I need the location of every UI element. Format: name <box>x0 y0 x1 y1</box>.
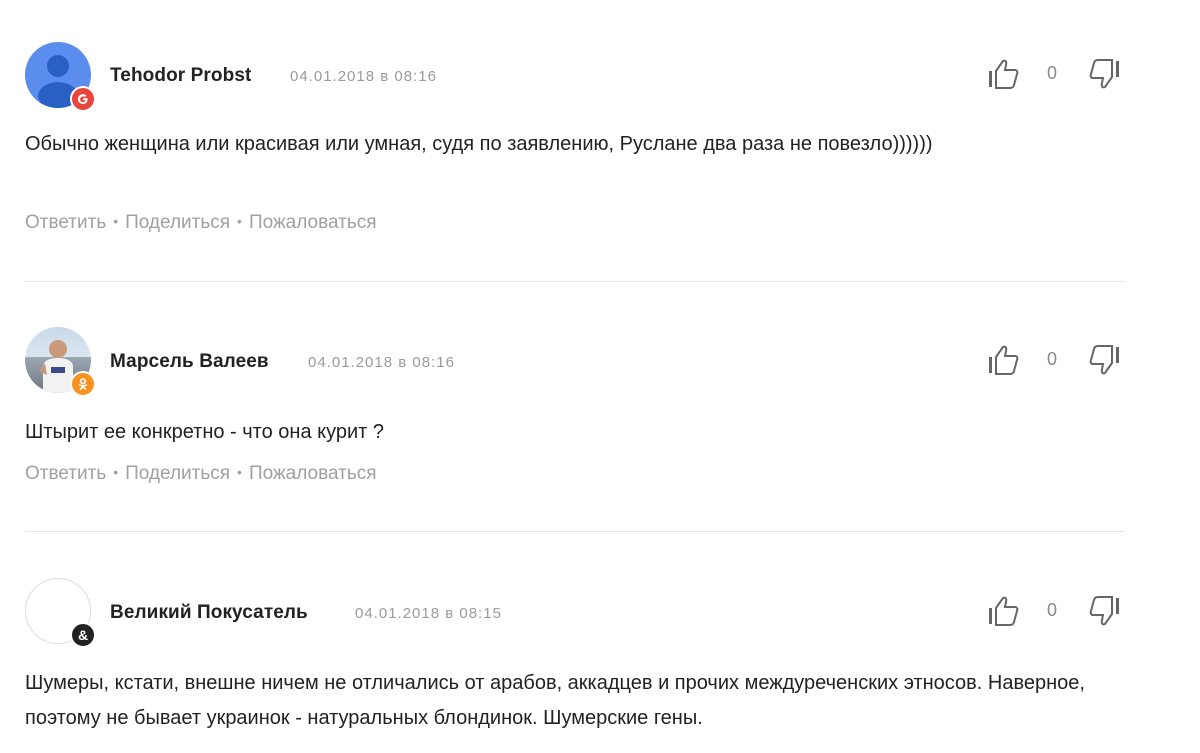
like-count: 0 <box>1047 600 1058 620</box>
separator-dot: • <box>237 213 242 229</box>
thumbs-down-icon[interactable] <box>1087 594 1123 628</box>
comment-actions: Ответить • Поделиться • Пожаловаться <box>25 463 377 485</box>
thumbs-up-icon[interactable] <box>985 57 1021 91</box>
report-link[interactable]: Пожаловаться <box>249 212 377 233</box>
share-link[interactable]: Поделиться <box>125 463 230 484</box>
like-count: 0 <box>1047 349 1058 369</box>
separator-dot: • <box>237 464 242 480</box>
comment-date: 04.01.2018 в 08:15 <box>355 605 502 622</box>
comment-text: Штырит ее конкретно - что она курит ? <box>25 421 385 443</box>
avatar[interactable] <box>25 42 96 112</box>
thumbs-down-icon[interactable] <box>1087 57 1123 91</box>
comment-divider <box>25 281 1125 282</box>
comment-author[interactable]: Великий Покусатель <box>110 602 308 624</box>
comment-date: 04.01.2018 в 08:16 <box>308 354 455 371</box>
report-link[interactable]: Пожаловаться <box>249 463 377 484</box>
ampersand-badge-icon: & <box>70 622 96 648</box>
comment-date: 04.01.2018 в 08:16 <box>290 68 437 85</box>
reply-link[interactable]: Ответить <box>25 212 106 233</box>
thumbs-up-icon[interactable] <box>985 594 1021 628</box>
comment-author[interactable]: Марсель Валеев <box>110 351 269 373</box>
comment-divider <box>25 531 1125 532</box>
comment-text: Обычно женщина или красивая или умная, с… <box>25 133 933 155</box>
thumbs-down-icon[interactable] <box>1087 343 1123 377</box>
separator-dot: • <box>113 213 119 229</box>
comment-author[interactable]: Tehodor Probst <box>110 65 251 87</box>
reply-link[interactable]: Ответить <box>25 463 106 484</box>
odnoklassniki-badge-icon <box>70 371 96 397</box>
thumbs-up-icon[interactable] <box>985 343 1021 377</box>
avatar[interactable]: & <box>25 578 96 648</box>
google-badge-icon <box>70 86 96 112</box>
share-link[interactable]: Поделиться <box>125 212 230 233</box>
avatar[interactable] <box>25 327 96 397</box>
comment-actions: Ответить • Поделиться • Пожаловаться <box>25 212 377 234</box>
separator-dot: • <box>113 464 119 480</box>
comment-text: Шумеры, кстати, внешне ничем не отличали… <box>25 672 1085 729</box>
like-count: 0 <box>1047 63 1058 83</box>
